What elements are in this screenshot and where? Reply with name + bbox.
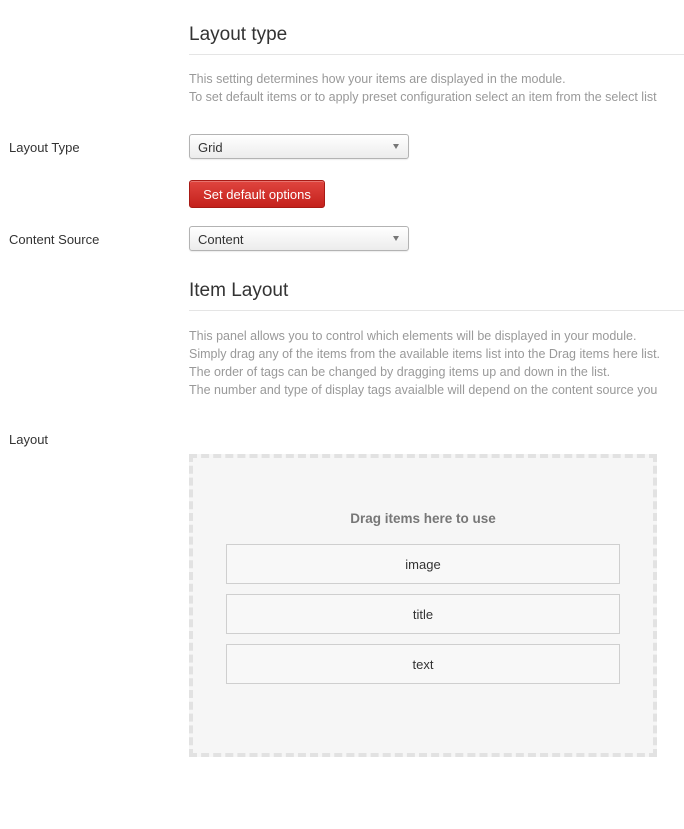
description-line: This setting determines how your items a… (189, 72, 566, 86)
chevron-down-icon (393, 236, 399, 241)
dropzone-title: Drag items here to use (350, 511, 496, 526)
layout-type-heading: Layout type (189, 24, 684, 55)
drag-item-title[interactable]: title (226, 594, 620, 634)
layout-label: Layout (9, 432, 49, 447)
layout-type-description: This setting determines how your items a… (189, 70, 684, 106)
chevron-down-icon (393, 144, 399, 149)
content-source-select[interactable]: Content (189, 226, 409, 251)
drag-item-image[interactable]: image (226, 544, 620, 584)
description-line: Simply drag any of the items from the av… (189, 347, 661, 361)
item-layout-description: This panel allows you to control which e… (189, 327, 684, 399)
module-settings-page: Layout type This setting determines how … (0, 0, 684, 829)
description-line: The order of tags can be changed by drag… (189, 365, 611, 379)
set-default-options-button[interactable]: Set default options (189, 180, 325, 208)
content-source-selected-value: Content (198, 232, 244, 247)
description-line: The number and type of display tags avai… (189, 383, 658, 397)
layout-type-select[interactable]: Grid (189, 134, 409, 159)
drag-drop-zone[interactable]: Drag items here to use image title text (189, 454, 657, 757)
drag-item-text[interactable]: text (226, 644, 620, 684)
item-layout-heading: Item Layout (189, 280, 684, 311)
content-source-label: Content Source (9, 232, 100, 247)
layout-type-label: Layout Type (9, 140, 80, 155)
layout-type-selected-value: Grid (198, 140, 223, 155)
description-line: This panel allows you to control which e… (189, 329, 637, 343)
description-line: To set default items or to apply preset … (189, 90, 657, 104)
